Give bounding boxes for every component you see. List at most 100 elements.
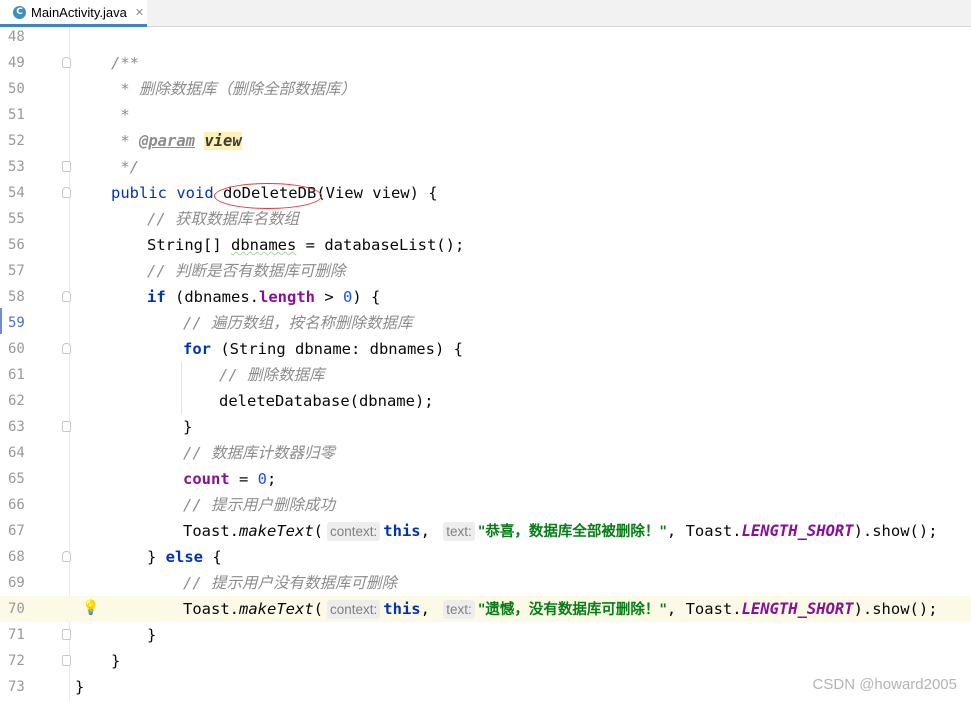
field: length (259, 288, 315, 306)
code-text: , (420, 600, 430, 618)
line-number: 62 (8, 393, 25, 409)
code-line: 63 } (0, 414, 971, 440)
tab-label: MainActivity.java (31, 4, 127, 20)
comment: // 获取数据库名数组 (147, 210, 299, 228)
editor-tab-bar: C MainActivity.java ✕ (0, 0, 971, 27)
code-text: deleteDatabase(dbname); (219, 392, 434, 410)
code-text: ).show(); (853, 600, 938, 618)
parameter-hint: text: (443, 522, 475, 541)
line-number: 56 (8, 237, 25, 253)
fold-icon[interactable] (62, 161, 71, 172)
keyword: public void (111, 184, 223, 202)
code-line: 69 // 提示用户没有数据库可删除 (0, 570, 971, 596)
fold-icon[interactable] (62, 57, 71, 68)
code-text: = databaseList(); (296, 236, 465, 254)
fold-icon[interactable] (62, 343, 71, 354)
method-call: makeText (239, 600, 314, 618)
code-line: 61 // 删除数据库 (0, 362, 971, 388)
code-text: { (203, 548, 222, 566)
code-text: Toast. (183, 522, 239, 540)
line-number: 66 (8, 497, 25, 513)
code-line: 58 if (dbnames.length > 0) { (0, 284, 971, 310)
code-line: 66 // 提示用户删除成功 (0, 492, 971, 518)
comment: // 提示用户删除成功 (183, 496, 335, 514)
line-number: 57 (8, 263, 25, 279)
code-text: (String dbname: dbnames) { (211, 340, 463, 358)
number-literal: 0 (257, 470, 268, 488)
code-line: 51 * (0, 102, 971, 128)
code-text: ( (313, 522, 323, 540)
line-number: 64 (8, 445, 25, 461)
fold-icon[interactable] (62, 629, 71, 640)
javadoc-text: */ (111, 158, 139, 176)
code-text: Toast. (183, 600, 239, 618)
code-line-current: 70 💡 Toast.makeText(context: this, text: "… (0, 596, 971, 622)
constant: LENGTH_SHORT (741, 600, 854, 618)
close-icon[interactable]: ✕ (135, 6, 144, 19)
code-line: 72 } (0, 648, 971, 674)
fold-icon[interactable] (62, 187, 71, 198)
watermark: CSDN @howard2005 (812, 676, 957, 693)
keyword: if (147, 288, 166, 306)
code-text: , Toast. (666, 522, 742, 540)
parameter-hint: context: (327, 522, 381, 541)
code-text: ) { (352, 288, 381, 306)
parameter-hint: context: (327, 600, 381, 619)
line-number: 61 (8, 367, 25, 383)
code-text: ).show(); (853, 522, 938, 540)
comment: // 判断是否有数据库可删除 (147, 262, 346, 280)
code-line: 65 count = 0; (0, 466, 971, 492)
indent-guide (181, 362, 182, 414)
fold-icon[interactable] (62, 291, 71, 302)
code-text: } (75, 678, 85, 696)
code-text: } (147, 548, 166, 566)
line-number: 48 (8, 29, 25, 45)
code-text: ( (313, 600, 323, 618)
code-line: 50 * 删除数据库（删除全部数据库） (0, 76, 971, 102)
code-editor[interactable]: 48 49 /** 50 * 删除数据库（删除全部数据库） 51 * 52 * … (0, 24, 971, 700)
code-text: , (420, 522, 430, 540)
javadoc-text: * (111, 106, 130, 124)
line-number: 73 (8, 679, 25, 695)
javadoc-text: /** (111, 54, 139, 72)
variable: dbnames (231, 236, 297, 254)
line-number: 65 (8, 471, 25, 487)
java-class-icon: C (13, 5, 26, 19)
comment: // 提示用户没有数据库可删除 (183, 574, 397, 592)
method-call: makeText (239, 522, 314, 540)
code-text: } (111, 652, 121, 670)
javadoc-param-name: view (204, 132, 242, 150)
constant: LENGTH_SHORT (741, 522, 854, 540)
code-line: 48 (0, 24, 971, 50)
code-line: 62 deleteDatabase(dbname); (0, 388, 971, 414)
line-number: 55 (8, 211, 25, 227)
fold-icon[interactable] (62, 421, 71, 432)
comment: // 遍历数组，按名称删除数据库 (183, 314, 413, 332)
code-text: ; (267, 470, 277, 488)
tab-mainactivity[interactable]: C MainActivity.java ✕ (0, 0, 147, 27)
line-number: 63 (8, 419, 25, 435)
code-line: 53 */ (0, 154, 971, 180)
string-literal: "遗憾，没有数据库可删除！" (477, 602, 667, 618)
keyword: this (383, 522, 421, 540)
string-literal: "恭喜，数据库全部被删除！" (477, 524, 667, 540)
code-line: 64 // 数据库计数器归零 (0, 440, 971, 466)
keyword: else (165, 548, 203, 566)
lightbulb-icon[interactable]: 💡 (82, 599, 99, 617)
code-text: > (315, 288, 343, 306)
fold-icon[interactable] (62, 551, 71, 562)
line-number: 67 (8, 523, 25, 539)
line-number: 58 (8, 289, 25, 305)
parameter-hint: text: (443, 600, 475, 619)
code-line: 67 Toast.makeText(context: this, text: "恭喜… (0, 518, 971, 544)
line-number: 70 (8, 601, 25, 617)
fold-icon[interactable] (62, 655, 71, 666)
javadoc-text: * (111, 132, 139, 150)
code-line: 49 /** (0, 50, 971, 76)
method-name[interactable]: doDeleteDB (213, 183, 322, 209)
javadoc-text: * 删除数据库（删除全部数据库） (111, 80, 356, 98)
line-number: 52 (8, 133, 25, 149)
code-text: = (229, 470, 258, 488)
comment: // 数据库计数器归零 (183, 444, 335, 462)
code-text: } (147, 626, 157, 644)
